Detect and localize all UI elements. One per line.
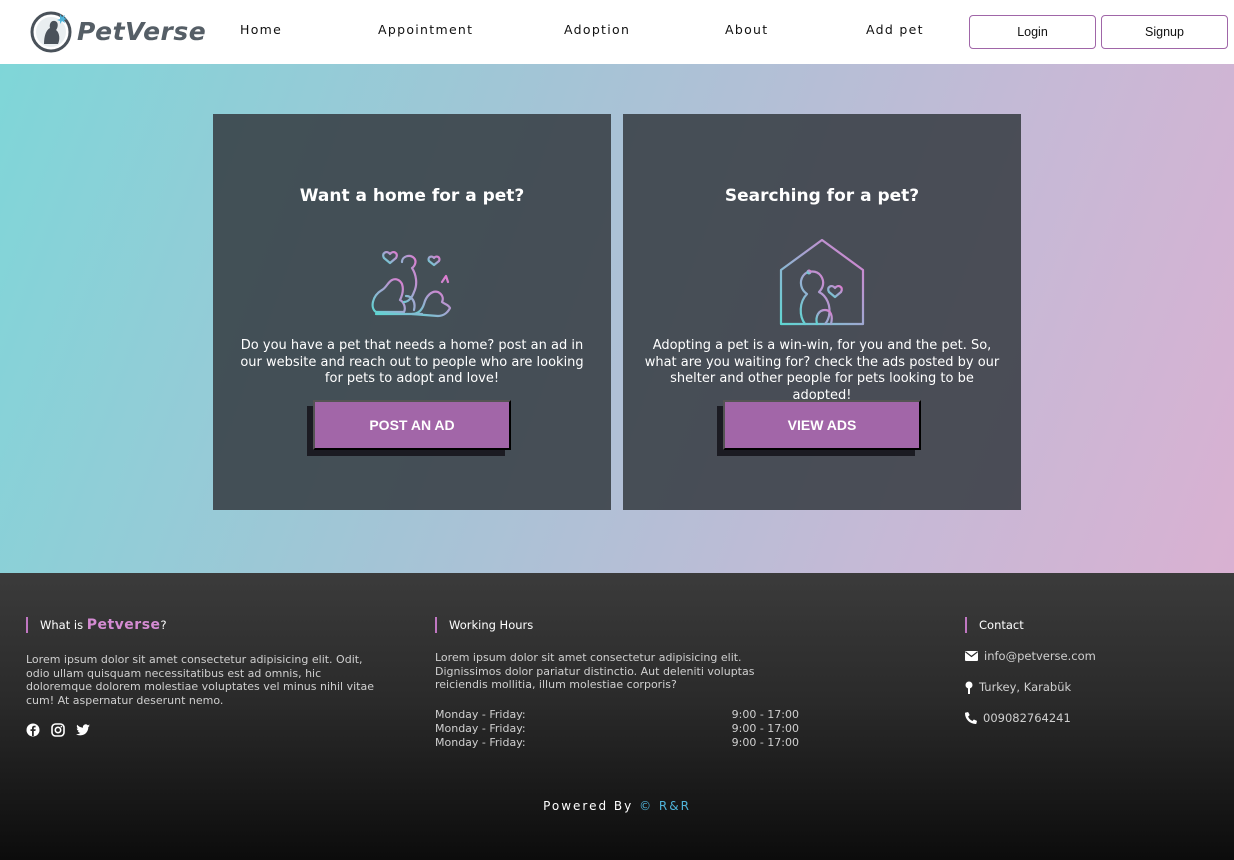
- post-ad-button[interactable]: POST AN AD: [313, 400, 511, 450]
- view-ads-button-wrap: VIEW ADS: [717, 400, 921, 456]
- hours-day: Monday - Friday:: [435, 708, 526, 721]
- powered-by-prefix: Powered By: [543, 799, 640, 813]
- brand-name: PetVerse: [77, 16, 207, 46]
- about-heading-prefix: What is: [40, 618, 87, 632]
- hours-heading: Working Hours: [435, 617, 533, 633]
- hero-section: Want a home for a pet? Do you have a pet…: [0, 64, 1234, 573]
- login-button[interactable]: Login: [969, 15, 1096, 49]
- hours-row: Monday - Friday: 9:00 - 17:00: [435, 722, 799, 735]
- nav-home[interactable]: Home: [240, 22, 282, 37]
- phone-text: 009082764241: [983, 711, 1071, 725]
- view-ads-button[interactable]: VIEW ADS: [723, 400, 921, 450]
- pet-house-illustration-icon: [779, 238, 865, 326]
- instagram-icon[interactable]: [51, 723, 65, 737]
- site-footer: What is Petverse? Lorem ipsum dolor sit …: [0, 573, 1234, 860]
- post-ad-button-wrap: POST AN AD: [307, 400, 511, 456]
- powered-by-brand[interactable]: © R&R: [639, 799, 691, 813]
- pets-hearts-illustration-icon: [371, 251, 452, 318]
- about-heading-suffix: ?: [160, 618, 167, 632]
- hours-row: Monday - Friday: 9:00 - 17:00: [435, 736, 799, 749]
- contact-phone[interactable]: 009082764241: [965, 711, 1071, 725]
- map-pin-icon: [965, 681, 973, 694]
- hours-text: Lorem ipsum dolor sit amet consectetur a…: [435, 651, 755, 691]
- card-title: Want a home for a pet?: [299, 186, 525, 206]
- signup-button[interactable]: Signup: [1101, 15, 1228, 49]
- brand-logo[interactable]: PetVerse: [30, 6, 206, 56]
- contact-heading: Contact: [965, 617, 1024, 633]
- hours-day: Monday - Friday:: [435, 736, 526, 749]
- nav-about[interactable]: About: [725, 22, 768, 37]
- location-text: Turkey, Karabük: [979, 680, 1072, 694]
- card-title: Searching for a pet?: [724, 186, 920, 206]
- envelope-icon: [965, 651, 978, 661]
- phone-icon: [965, 712, 977, 724]
- card-description: Do you have a pet that needs a home? pos…: [240, 338, 584, 386]
- nav-adoption[interactable]: Adoption: [564, 22, 630, 37]
- hours-time: 9:00 - 17:00: [731, 736, 799, 749]
- hours-row: Monday - Friday: 9:00 - 17:00: [435, 708, 799, 721]
- powered-by: Powered By © R&R: [0, 799, 1234, 813]
- nav-appointment[interactable]: Appointment: [378, 22, 473, 37]
- contact-email[interactable]: info@petverse.com: [965, 649, 1096, 663]
- nav-add-pet[interactable]: Add pet: [866, 22, 924, 37]
- contact-location: Turkey, Karabük: [965, 680, 1071, 694]
- hours-day: Monday - Friday:: [435, 722, 526, 735]
- social-links: [26, 723, 91, 737]
- hours-time: 9:00 - 17:00: [731, 722, 799, 735]
- card-description: Adopting a pet is a win-win, for you and…: [644, 338, 1000, 403]
- twitter-icon[interactable]: [76, 723, 91, 737]
- about-heading-brand: Petverse: [86, 617, 161, 633]
- post-ad-card: Want a home for a pet? Do you have a pet…: [213, 114, 611, 510]
- about-heading: What is Petverse?: [26, 617, 167, 633]
- email-text: info@petverse.com: [984, 649, 1096, 663]
- top-header: PetVerse Home Appointment Adoption About…: [0, 0, 1234, 64]
- about-text: Lorem ipsum dolor sit amet consectetur a…: [26, 653, 374, 707]
- hours-time: 9:00 - 17:00: [731, 708, 799, 721]
- petverse-logo-icon: [30, 11, 72, 53]
- view-ads-card: Searching for a pet? Adopting a pet is a…: [623, 114, 1021, 510]
- facebook-icon[interactable]: [26, 723, 40, 737]
